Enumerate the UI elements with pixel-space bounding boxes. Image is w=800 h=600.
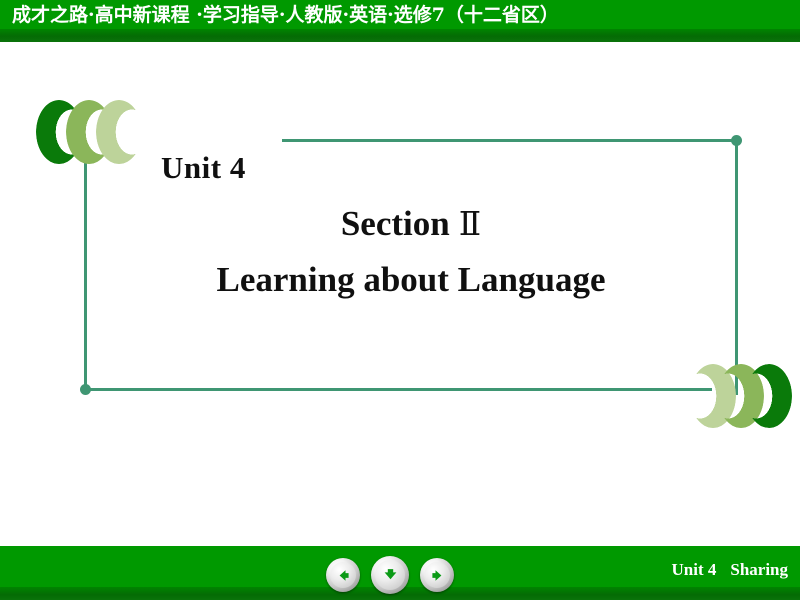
down-slide-button[interactable] (371, 556, 409, 594)
chevron-right-dark-icon (746, 364, 792, 428)
chevron-group-bottom-right (690, 364, 800, 428)
slide-stage: Unit 4 Section Ⅱ Learning about Language (0, 42, 800, 546)
arrow-left-icon (335, 567, 352, 584)
down-slide-button-inner (375, 560, 405, 590)
unit-label: Unit 4 (161, 150, 246, 185)
frame-dot-top-right (731, 135, 742, 146)
section-title: Section Ⅱ (84, 204, 738, 244)
slide-navigation (326, 556, 476, 596)
chevron-group-top-left (36, 100, 156, 164)
previous-slide-button-inner (330, 562, 356, 588)
frame-dot-bottom-left (80, 384, 91, 395)
footer-label: Unit 4 Sharing (671, 560, 788, 580)
section-subtitle: Learning about Language (216, 260, 606, 299)
footer-section-label: Sharing (730, 560, 788, 579)
section-numeral: Ⅱ (458, 207, 482, 243)
previous-slide-button[interactable] (326, 558, 360, 592)
section-title-text: Section (340, 204, 450, 243)
chevron-left-light-icon (96, 100, 142, 164)
arrow-down-icon (381, 566, 400, 585)
header-accent-strip (0, 29, 800, 42)
next-slide-button-inner (424, 562, 450, 588)
footer-unit-label: Unit 4 (671, 560, 717, 579)
next-slide-button[interactable] (420, 558, 454, 592)
frame-line-top (282, 139, 738, 142)
header-bar: 成才之路·高中新课程 ·学习指导·人教版·英语·选修7（十二省区） (0, 0, 800, 42)
header-title: 成才之路·高中新课程 ·学习指导·人教版·英语·选修7（十二省区） (12, 4, 559, 26)
arrow-right-icon (429, 567, 446, 584)
frame-line-bottom (84, 388, 712, 391)
